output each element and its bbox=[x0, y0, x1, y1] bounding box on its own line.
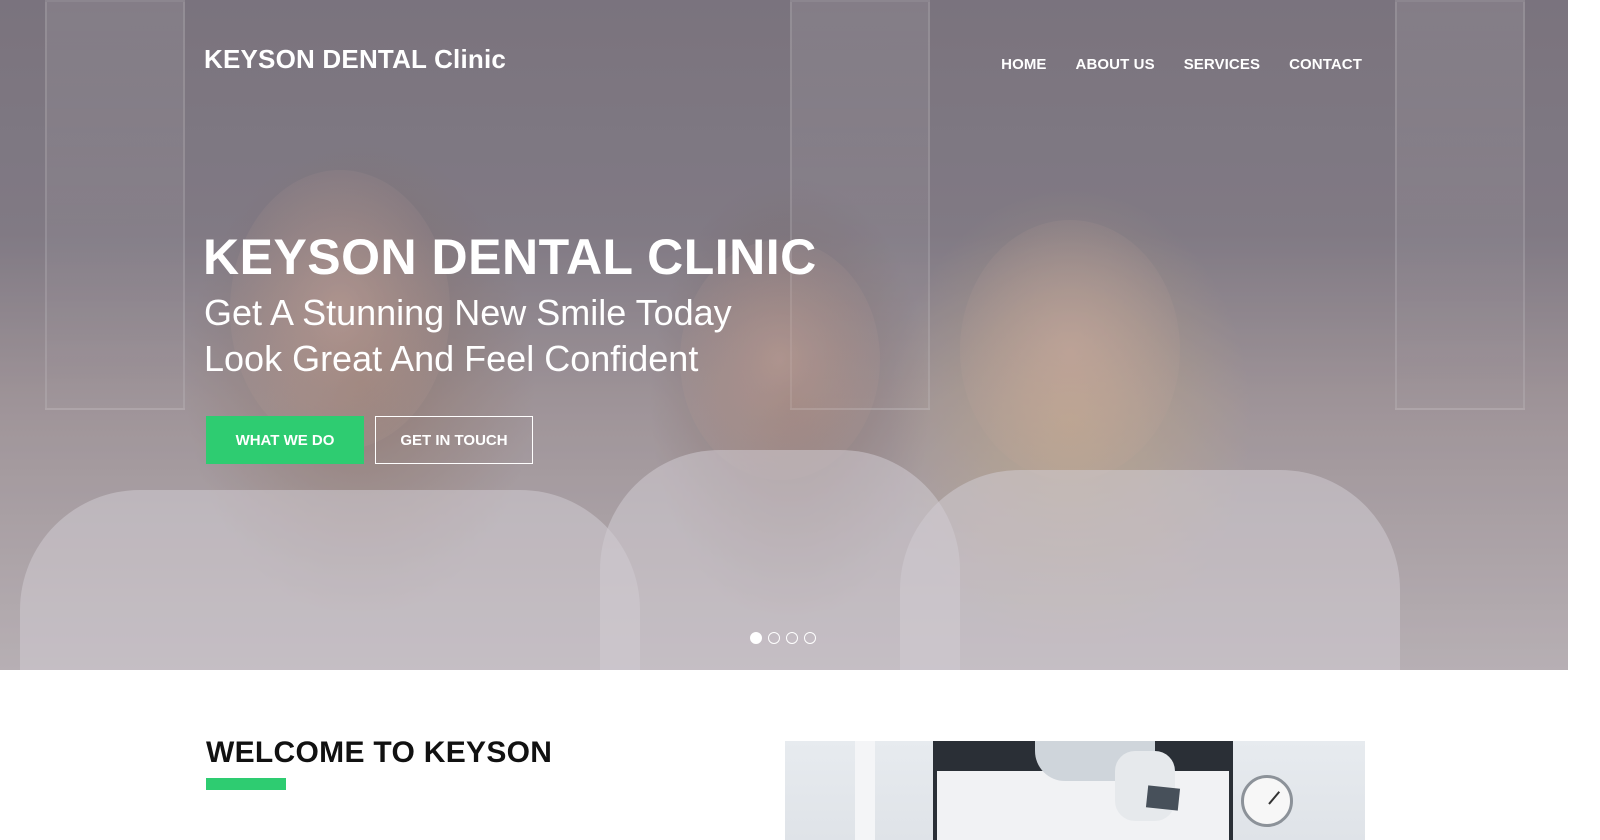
welcome-title: WELCOME TO KEYSON bbox=[206, 736, 553, 769]
hero-tagline-2: Look Great And Feel Confident bbox=[204, 338, 699, 379]
what-we-do-button[interactable]: WHAT WE DO bbox=[206, 416, 364, 464]
slider-dot[interactable] bbox=[786, 632, 798, 644]
hero-slider: KEYSON DENTAL Clinic HOME ABOUT US SERVI… bbox=[0, 0, 1568, 670]
clock-icon bbox=[1241, 775, 1293, 827]
clinic-photo-lamp-arm bbox=[1115, 751, 1175, 821]
clinic-photo-window-interior bbox=[937, 771, 1229, 840]
slider-dot[interactable] bbox=[804, 632, 816, 644]
hero-overlay bbox=[0, 0, 1568, 670]
hero-tagline-1: Get A Stunning New Smile Today bbox=[204, 292, 732, 333]
get-in-touch-button[interactable]: GET IN TOUCH bbox=[375, 416, 533, 464]
slider-dot[interactable] bbox=[750, 632, 762, 644]
nav-home[interactable]: HOME bbox=[1001, 56, 1046, 73]
main-nav: HOME ABOUT US SERVICES CONTACT bbox=[972, 56, 1362, 73]
clinic-photo-pillar bbox=[855, 741, 875, 840]
brand-logo[interactable]: KEYSON DENTAL Clinic bbox=[204, 44, 506, 75]
clinic-photo bbox=[785, 741, 1365, 840]
nav-services[interactable]: SERVICES bbox=[1184, 56, 1260, 73]
hero-title: KEYSON DENTAL CLINIC bbox=[203, 229, 817, 285]
slider-pagination bbox=[750, 632, 816, 644]
slider-dot[interactable] bbox=[768, 632, 780, 644]
nav-contact[interactable]: CONTACT bbox=[1289, 56, 1362, 73]
scrollbar[interactable] bbox=[1568, 0, 1600, 840]
nav-about-us[interactable]: ABOUT US bbox=[1076, 56, 1155, 73]
clinic-photo-monitor bbox=[1145, 785, 1181, 811]
accent-divider bbox=[206, 778, 286, 790]
